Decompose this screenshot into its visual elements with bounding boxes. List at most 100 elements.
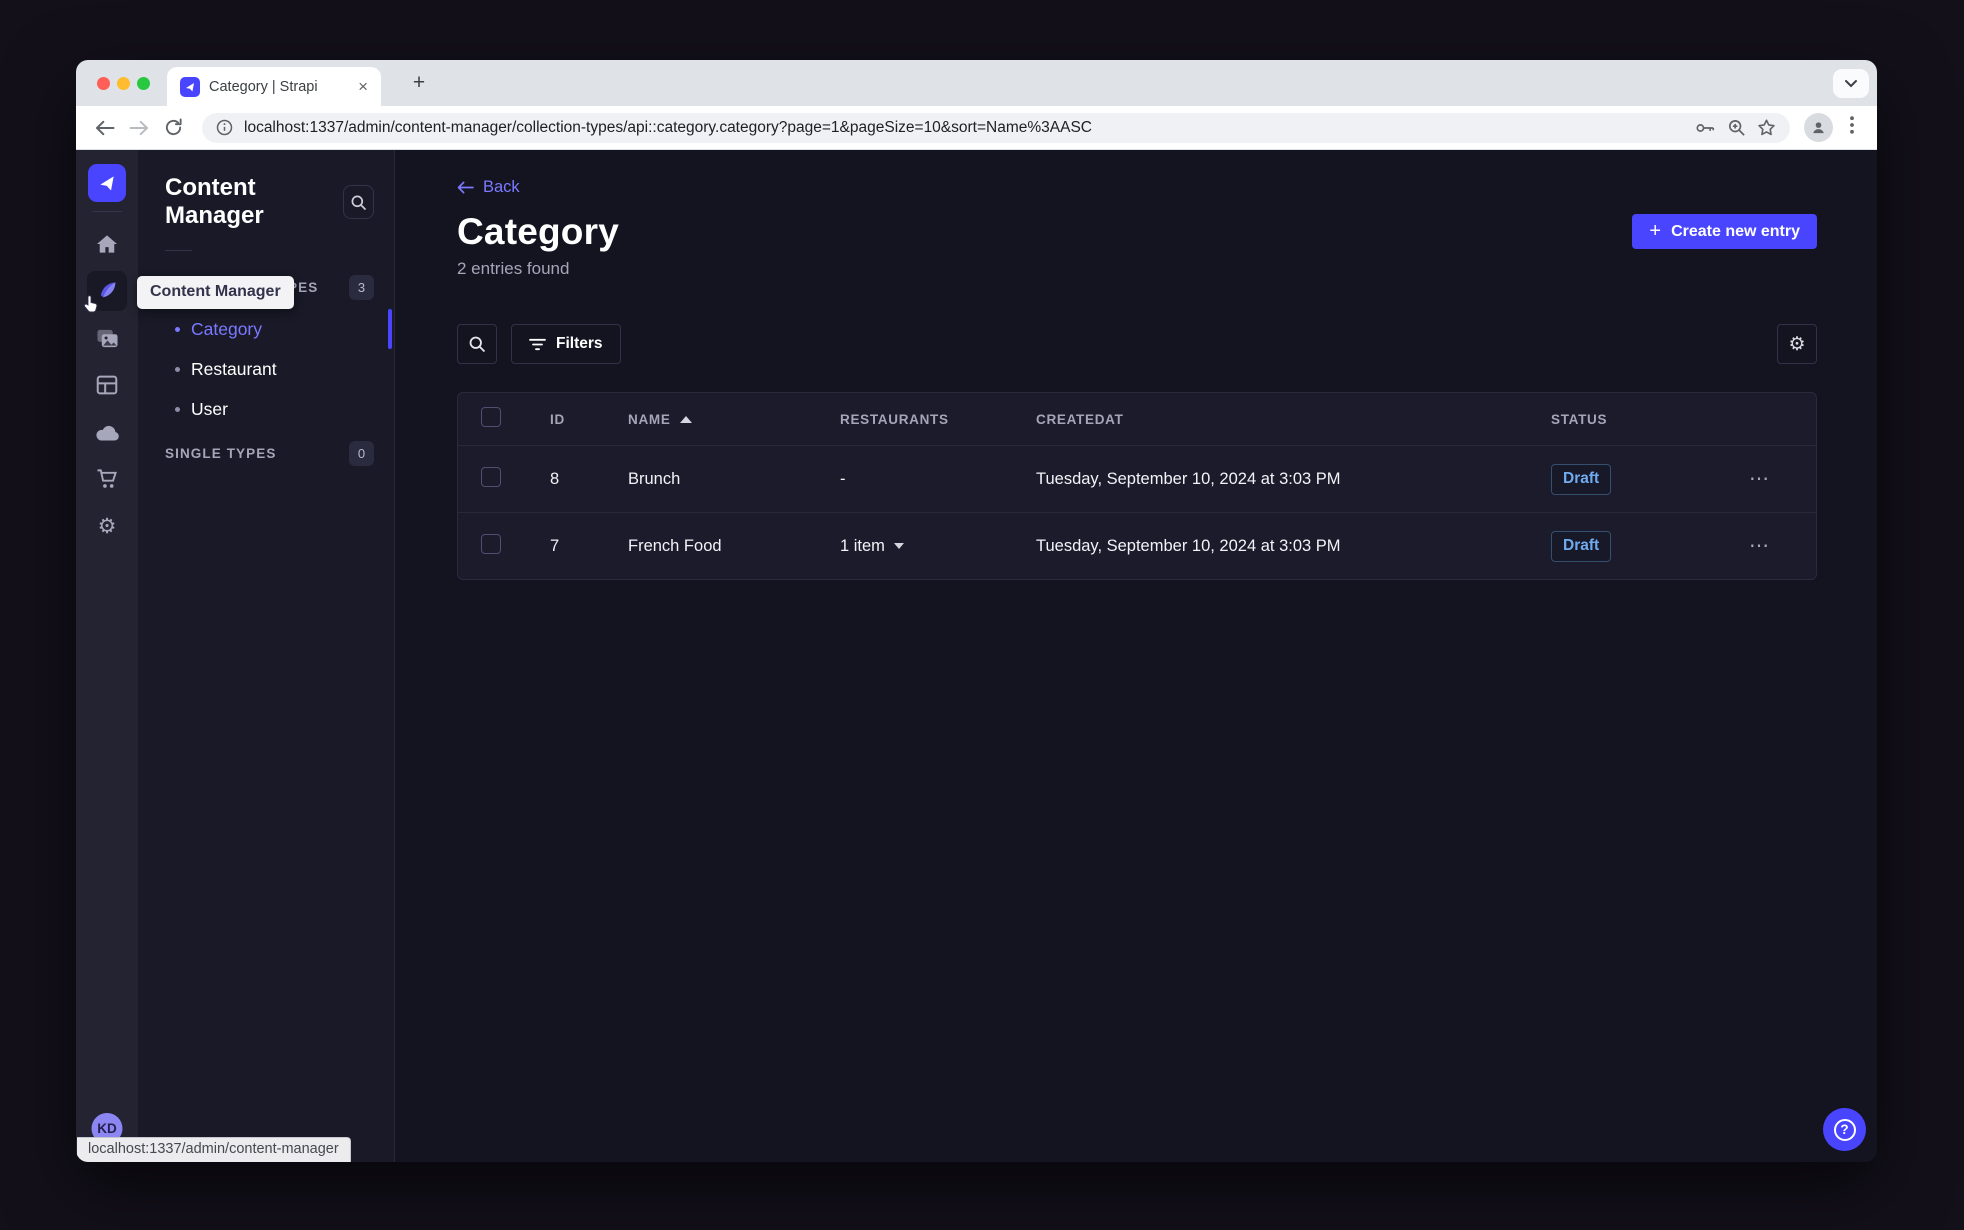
browser-toolbar: localhost:1337/admin/content-manager/col… xyxy=(76,106,1877,150)
search-icon xyxy=(351,195,367,210)
caret-down-icon xyxy=(893,543,904,549)
address-bar[interactable]: localhost:1337/admin/content-manager/col… xyxy=(202,112,1790,143)
browser-window: Category | Strapi × + localhost:1337/adm… xyxy=(76,60,1877,1162)
status-badge: Draft xyxy=(1551,463,1612,495)
page-title: Category xyxy=(457,211,619,252)
arrow-left-icon xyxy=(96,120,115,135)
chevron-down-icon xyxy=(1845,80,1857,88)
search-icon xyxy=(469,336,486,353)
active-indicator xyxy=(388,309,392,349)
subnav-divider xyxy=(165,250,192,251)
rail-divider xyxy=(92,211,122,212)
profile-avatar[interactable] xyxy=(1804,113,1833,142)
strapi-favicon-icon xyxy=(180,76,200,97)
main-content: Back Category + Create new entry 2 entri… xyxy=(395,150,1877,1162)
tab-strip: Category | Strapi × + xyxy=(76,60,1877,106)
single-types-count: 0 xyxy=(349,441,374,466)
sidebar-item-restaurant[interactable]: Restaurant xyxy=(138,349,394,389)
help-button[interactable]: ? xyxy=(1823,1108,1866,1151)
column-header-name[interactable]: NAME xyxy=(628,412,840,427)
nav-content-manager-button[interactable] xyxy=(83,271,127,313)
cell-id: 7 xyxy=(550,536,560,555)
close-window-button[interactable] xyxy=(97,77,110,90)
filter-icon xyxy=(529,338,546,350)
row-checkbox[interactable] xyxy=(481,533,501,554)
browser-tab[interactable]: Category | Strapi × xyxy=(167,67,381,106)
table-search-button[interactable] xyxy=(457,324,497,364)
column-header-status[interactable]: STATUS xyxy=(1551,412,1749,427)
gear-icon: ⚙ xyxy=(1788,333,1806,355)
row-checkbox[interactable] xyxy=(481,466,501,487)
nav-media-library-button[interactable] xyxy=(87,318,127,358)
back-link[interactable]: Back xyxy=(457,178,520,197)
entries-table: ID NAME RESTAURANTS CREATEDAT STATUS 8 B… xyxy=(457,392,1817,580)
tab-close-icon[interactable]: × xyxy=(355,78,371,95)
nav-deploy-cloud-button[interactable] xyxy=(87,412,127,452)
sidebar-item-user[interactable]: User xyxy=(138,389,394,429)
layout-icon xyxy=(96,375,118,395)
content-manager-subnav: Content Manager COLLECTION TYPES 3 Categ… xyxy=(137,150,395,1162)
cell-id: 8 xyxy=(550,469,560,488)
filters-button[interactable]: Filters xyxy=(511,324,621,364)
back-button[interactable] xyxy=(88,111,122,145)
arrow-right-icon xyxy=(129,120,148,135)
sort-ascending-icon xyxy=(679,415,692,423)
home-icon xyxy=(97,235,117,253)
column-header-restaurants[interactable]: RESTAURANTS xyxy=(840,412,1036,427)
new-tab-button[interactable]: + xyxy=(406,70,432,96)
question-mark-icon: ? xyxy=(1833,1118,1856,1141)
info-icon xyxy=(216,119,233,136)
view-settings-button[interactable]: ⚙ xyxy=(1777,324,1817,364)
nav-home-button[interactable] xyxy=(87,224,127,264)
sidebar-item-category[interactable]: Category xyxy=(138,309,394,349)
person-icon xyxy=(1813,122,1824,134)
tab-search-chevron-button[interactable] xyxy=(1833,69,1869,98)
table-row[interactable]: 7 French Food 1 item Tuesday, September … xyxy=(458,512,1816,579)
nav-content-type-builder-button[interactable] xyxy=(87,365,127,405)
zoom-icon[interactable] xyxy=(1727,118,1746,137)
bookmark-star-icon[interactable] xyxy=(1757,118,1776,137)
content-manager-tooltip: Content Manager xyxy=(137,276,294,309)
url-text: localhost:1337/admin/content-manager/col… xyxy=(244,118,1092,136)
column-header-createdat[interactable]: CREATEDAT xyxy=(1036,412,1551,427)
entries-count: 2 entries found xyxy=(457,259,570,278)
browser-menu-button[interactable] xyxy=(1839,116,1865,139)
cell-restaurants[interactable]: 1 item xyxy=(840,537,1036,556)
dots-vertical-icon xyxy=(1850,116,1854,134)
bullet-icon xyxy=(175,366,180,372)
table-row[interactable]: 8 Brunch - Tuesday, September 10, 2024 a… xyxy=(458,445,1816,512)
row-actions-button[interactable]: ⋯ xyxy=(1749,536,1816,556)
minimize-window-button[interactable] xyxy=(117,77,130,90)
shopping-cart-icon xyxy=(96,469,117,488)
mouse-cursor-icon xyxy=(82,294,99,318)
single-types-label: SINGLE TYPES xyxy=(165,446,277,461)
column-header-id[interactable]: ID xyxy=(550,412,628,427)
main-nav-rail: ⚙ KD xyxy=(76,150,138,1162)
forward-button[interactable] xyxy=(122,111,156,145)
reload-button[interactable] xyxy=(156,111,190,145)
strapi-admin: ⚙ KD Content Manager COLLECTION TYPES 3 … xyxy=(76,150,1877,1162)
cell-createdat: Tuesday, September 10, 2024 at 3:03 PM xyxy=(1036,536,1341,555)
window-controls xyxy=(97,77,150,90)
row-actions-button[interactable]: ⋯ xyxy=(1749,469,1816,489)
status-badge: Draft xyxy=(1551,530,1612,562)
nav-marketplace-button[interactable] xyxy=(87,459,127,499)
subnav-search-button[interactable] xyxy=(342,185,374,219)
plus-icon: + xyxy=(1649,219,1662,242)
bullet-icon xyxy=(175,326,180,332)
cell-name: French Food xyxy=(628,536,722,555)
table-header-row: ID NAME RESTAURANTS CREATEDAT STATUS xyxy=(458,393,1816,445)
collection-types-list: Category Restaurant User xyxy=(138,309,394,429)
reload-icon xyxy=(165,118,182,136)
password-key-icon[interactable] xyxy=(1694,119,1716,137)
gear-icon: ⚙ xyxy=(97,514,117,538)
cell-createdat: Tuesday, September 10, 2024 at 3:03 PM xyxy=(1036,469,1341,488)
select-all-checkbox[interactable] xyxy=(481,406,501,427)
arrow-left-icon xyxy=(457,181,474,194)
zoom-window-button[interactable] xyxy=(137,77,150,90)
strapi-mark-icon xyxy=(100,176,114,191)
bullet-icon xyxy=(175,406,180,412)
nav-settings-button[interactable]: ⚙ xyxy=(87,506,127,546)
strapi-logo[interactable] xyxy=(88,164,126,202)
create-new-entry-button[interactable]: + Create new entry xyxy=(1632,214,1817,249)
